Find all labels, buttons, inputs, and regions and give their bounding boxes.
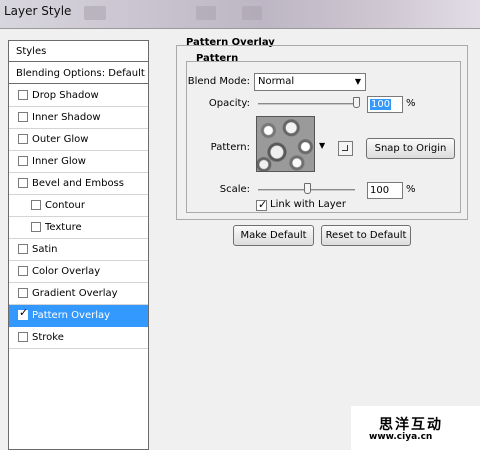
style-item-label: Color Overlay [32, 266, 101, 277]
style-item-label: Satin [32, 244, 58, 255]
pattern-label: Pattern: [210, 142, 250, 153]
style-checkbox[interactable] [18, 332, 28, 342]
scale-input[interactable]: 100 [367, 182, 403, 199]
make-default-button[interactable]: Make Default [233, 225, 314, 246]
window-title: Layer Style [4, 4, 72, 18]
opacity-unit: % [406, 98, 416, 109]
style-checkbox[interactable] [18, 90, 28, 100]
style-item-drop-shadow[interactable]: Drop Shadow [9, 85, 148, 107]
style-checkbox[interactable] [18, 112, 28, 122]
watermark-text: 思洋互动 [379, 417, 443, 433]
scale-unit: % [406, 184, 416, 195]
style-item-gradient-overlay[interactable]: Gradient Overlay [9, 283, 148, 305]
style-item-label: Stroke [32, 332, 64, 343]
style-checkbox[interactable] [18, 134, 28, 144]
style-item-label: Contour [45, 200, 85, 211]
style-checkbox[interactable] [18, 244, 28, 254]
style-item-color-overlay[interactable]: Color Overlay [9, 261, 148, 283]
style-item-outer-glow[interactable]: Outer Glow [9, 129, 148, 151]
style-item-pattern-overlay[interactable]: ✓ Pattern Overlay [9, 305, 148, 327]
style-item-label: Bevel and Emboss [32, 178, 124, 189]
style-item-satin[interactable]: Satin [9, 239, 148, 261]
title-bar[interactable]: Layer Style [0, 0, 480, 28]
style-item-inner-glow[interactable]: Inner Glow [9, 151, 148, 173]
triangle-down-icon[interactable]: ▼ [319, 141, 325, 150]
titlebar-blur-icon [196, 6, 216, 20]
scale-slider-thumb[interactable] [303, 183, 311, 194]
style-item-inner-shadow[interactable]: Inner Shadow [9, 107, 148, 129]
pattern-swatch[interactable] [256, 116, 315, 172]
watermark: 思洋互动 www.ciya.cn [351, 406, 480, 450]
style-checkbox[interactable] [18, 288, 28, 298]
style-item-label: Texture [45, 222, 82, 233]
reset-to-default-button[interactable]: Reset to Default [321, 225, 411, 246]
scale-value: 100 [370, 185, 390, 196]
opacity-slider-track[interactable] [258, 103, 359, 105]
style-item-label: Drop Shadow [32, 90, 99, 101]
style-item-label: Pattern Overlay [32, 310, 111, 321]
style-item-texture[interactable]: Texture [9, 217, 148, 239]
blend-mode-select[interactable]: Normal ▼ [254, 73, 366, 91]
style-checkbox[interactable] [18, 178, 28, 188]
styles-list: Styles Blending Options: Default Drop Sh… [8, 40, 149, 450]
link-with-layer-checkbox[interactable]: ✓ [256, 198, 268, 211]
titlebar-blur-icon [242, 6, 262, 20]
style-checkbox[interactable] [18, 156, 28, 166]
blend-mode-label: Blend Mode: [187, 76, 250, 87]
style-item-stroke[interactable]: Stroke [9, 327, 148, 349]
link-with-layer-label[interactable]: Link with Layer [270, 199, 346, 210]
style-item-label: Gradient Overlay [32, 288, 118, 299]
blend-mode-value: Normal [258, 76, 295, 87]
style-checkbox[interactable] [31, 200, 41, 210]
snap-to-origin-button[interactable]: Snap to Origin [366, 138, 455, 159]
titlebar-blur-icon [84, 6, 106, 20]
styles-header[interactable]: Styles [9, 41, 148, 62]
triangle-down-icon: ▼ [354, 77, 361, 86]
watermark-url: www.ciya.cn [369, 432, 433, 442]
style-item-label: Outer Glow [32, 134, 89, 145]
style-checkbox[interactable] [31, 222, 41, 232]
style-item-contour[interactable]: Contour [9, 195, 148, 217]
opacity-input[interactable]: 100 [367, 96, 403, 113]
check-mark-icon: ✓ [19, 306, 29, 319]
opacity-label: Opacity: [208, 98, 250, 109]
divider [0, 28, 480, 29]
check-mark-icon: ✓ [258, 198, 268, 211]
style-item-label: Inner Shadow [32, 112, 101, 123]
blending-options-item[interactable]: Blending Options: Default [9, 64, 148, 84]
opacity-value: 100 [370, 99, 392, 110]
scale-label: Scale: [219, 184, 250, 195]
style-item-label: Inner Glow [32, 156, 86, 167]
opacity-slider-thumb[interactable] [353, 97, 360, 108]
style-item-bevel-and-emboss[interactable]: Bevel and Emboss [9, 173, 148, 195]
new-preset-icon[interactable] [338, 141, 353, 156]
style-checkbox[interactable] [18, 266, 28, 276]
style-checkbox[interactable]: ✓ [18, 306, 29, 320]
